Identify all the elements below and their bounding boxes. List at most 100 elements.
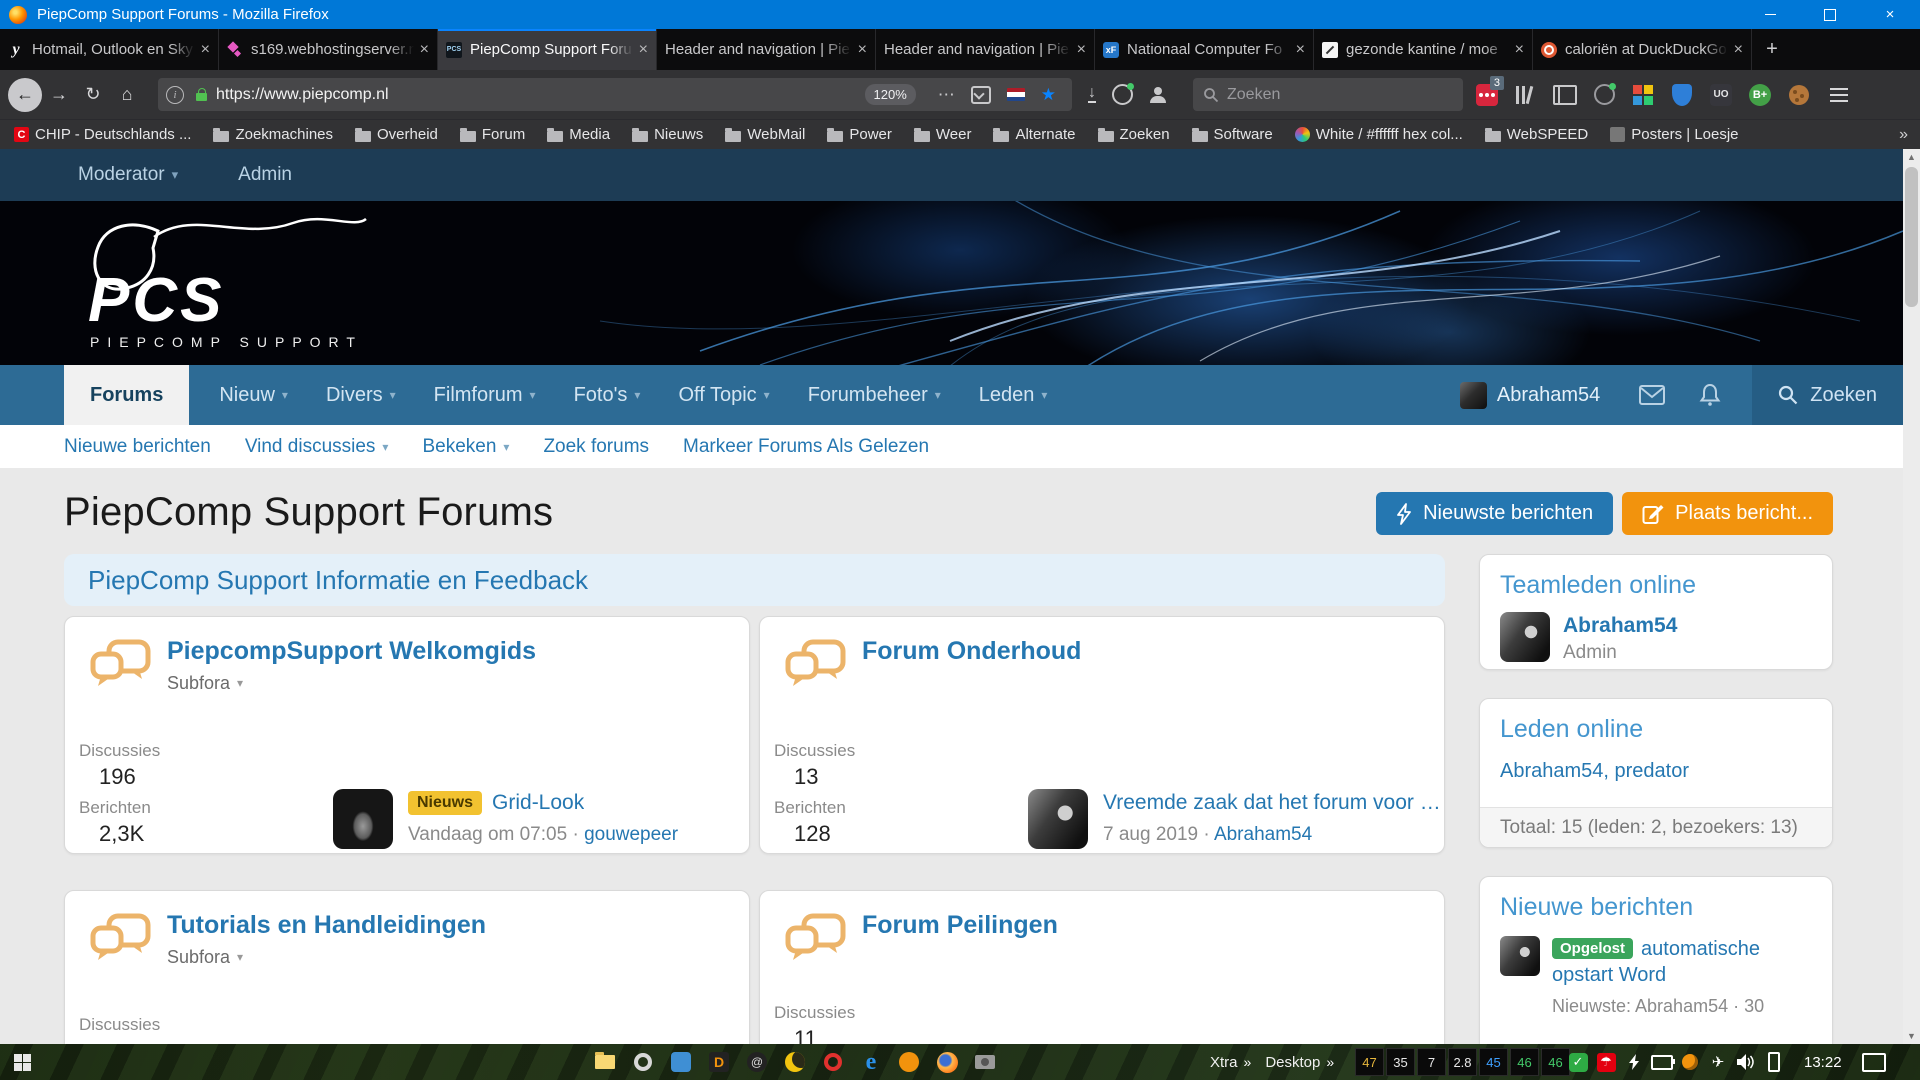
tab-close-icon[interactable]: × (639, 41, 648, 59)
tab-xenforo[interactable]: xF Nationaal Computer Fo × (1095, 29, 1314, 70)
tab-close-icon[interactable]: × (1734, 41, 1743, 59)
latest-poster-link[interactable]: gouwepeer (584, 824, 678, 845)
nav-tab-filmforum[interactable]: Filmforum▾ (418, 365, 552, 425)
bookmark-star-icon[interactable]: ★ (1041, 85, 1056, 105)
subfora-toggle[interactable]: Subfora ▾ (167, 947, 486, 968)
bookmark-chip[interactable]: CCHIP - Deutschlands ... (14, 126, 191, 143)
screenshot-app-icon[interactable] (970, 1047, 1000, 1077)
bookmarks-overflow-chevron[interactable]: » (1899, 126, 1908, 144)
forum-title-link[interactable]: Forum Onderhoud (862, 637, 1081, 666)
bookmark-folder-media[interactable]: Media (547, 126, 610, 143)
bookmark-folder-webmail[interactable]: WebMail (725, 126, 805, 143)
pcs-logo[interactable]: PCS PIEPCOMP SUPPORT (58, 215, 418, 355)
latest-poster-avatar[interactable] (333, 789, 393, 849)
bookmark-folder-forum[interactable]: Forum (460, 126, 525, 143)
opera-icon[interactable] (818, 1047, 848, 1077)
account-menu[interactable]: Abraham54 (1460, 365, 1600, 425)
search-bar[interactable]: Zoeken (1193, 78, 1463, 111)
settings-gear-icon[interactable] (628, 1047, 658, 1077)
scrollbar-thumb[interactable] (1905, 167, 1918, 307)
desktop-toolbar[interactable]: Desktop (1265, 1054, 1320, 1071)
tab-header-nav-1[interactable]: Header and navigation | Pie × (657, 29, 876, 70)
minimize-button[interactable] (1740, 0, 1800, 29)
sidebar-toggle-button[interactable] (1550, 80, 1580, 110)
profile-extension-icon[interactable] (1589, 80, 1619, 110)
dutch-flag-icon[interactable] (1007, 88, 1025, 101)
bookmark-folder-power[interactable]: Power (827, 126, 892, 143)
url-text[interactable]: https://www.piepcomp.nl (216, 86, 865, 104)
tab-header-nav-2[interactable]: Header and navigation | Pie × (876, 29, 1095, 70)
tab-close-icon[interactable]: × (1515, 41, 1524, 59)
page-scrollbar[interactable]: ▲ ▼ (1903, 149, 1920, 1044)
address-bar[interactable]: i https://www.piepcomp.nl 120% ⋯ ★ (158, 78, 1072, 111)
orange-app-icon[interactable] (894, 1047, 924, 1077)
moon-app-icon[interactable] (780, 1047, 810, 1077)
nav-tab-forumbeheer[interactable]: Forumbeheer▾ (792, 365, 957, 425)
nav-search-button[interactable]: Zoeken (1752, 365, 1903, 425)
usb-icon[interactable] (1762, 1050, 1786, 1074)
tab-duckduckgo[interactable]: caloriën at DuckDuckGo × (1533, 29, 1752, 70)
file-explorer-icon[interactable] (590, 1047, 620, 1077)
forward-button[interactable]: → (42, 78, 76, 112)
subnav-vind-discussies[interactable]: Vind discussies▾ (245, 436, 389, 458)
chevron-double-icon[interactable]: » (1326, 1054, 1334, 1070)
tab-close-icon[interactable]: × (420, 41, 429, 59)
bookmark-folder-alternate[interactable]: Alternate (993, 126, 1075, 143)
avira-umbrella-icon[interactable]: ☂ (1594, 1050, 1618, 1074)
poster-avatar[interactable] (1500, 936, 1540, 976)
moderator-menu[interactable]: Moderator ▾ (78, 164, 178, 186)
chevron-double-icon[interactable]: » (1244, 1054, 1252, 1070)
shield-extension-icon[interactable] (1667, 80, 1697, 110)
at-app-icon[interactable]: @ (742, 1047, 772, 1077)
colorpicker-extension-icon[interactable] (1628, 80, 1658, 110)
menu-button[interactable] (1830, 88, 1848, 102)
bookmark-folder-nieuws[interactable]: Nieuws (632, 126, 703, 143)
bookmark-folder-zoeken[interactable]: Zoeken (1098, 126, 1170, 143)
d-app-icon[interactable]: D (704, 1047, 734, 1077)
volume-icon[interactable] (1734, 1050, 1758, 1074)
tab-close-icon[interactable]: × (858, 41, 867, 59)
forum-title-link[interactable]: Forum Peilingen (862, 911, 1058, 940)
latest-thread-link[interactable]: Vreemde zaak dat het forum voor ee... (1103, 791, 1443, 815)
online-members-links[interactable]: Abraham54, predator (1500, 760, 1812, 783)
admin-link[interactable]: Admin (238, 164, 292, 186)
tab-close-icon[interactable]: × (1077, 41, 1086, 59)
lightning-tray-icon[interactable] (1622, 1050, 1646, 1074)
home-button[interactable]: ⌂ (110, 78, 144, 112)
download-helper-extension-icon[interactable]: 3 (1472, 80, 1502, 110)
nav-tab-divers[interactable]: Divers▾ (310, 365, 412, 425)
scroll-down-arrow[interactable]: ▼ (1903, 1028, 1920, 1044)
ublock-extension-icon[interactable]: UO (1706, 80, 1736, 110)
bookmark-loesje[interactable]: Posters | Loesje (1610, 126, 1738, 143)
latest-poster-link[interactable]: Abraham54 (1214, 824, 1312, 845)
firefox-taskbar-icon[interactable] (932, 1047, 962, 1077)
tab-piepcomp-active[interactable]: PCS PiepComp Support Foru × (438, 29, 657, 70)
bookmark-white-hex[interactable]: White / #ffffff hex col... (1295, 126, 1463, 143)
bookmark-folder-webspeed[interactable]: WebSPEED (1485, 126, 1588, 143)
back-button[interactable]: ← (8, 78, 42, 112)
xtra-toolbar[interactable]: Xtra (1210, 1054, 1238, 1071)
bplus-extension-icon[interactable]: B+ (1745, 80, 1775, 110)
bookmark-folder-overheid[interactable]: Overheid (355, 126, 438, 143)
latest-thread-link[interactable]: Grid-Look (492, 791, 584, 815)
new-tab-button[interactable]: + (1752, 29, 1792, 70)
cookie-extension-icon[interactable] (1784, 80, 1814, 110)
blue-app-icon[interactable] (666, 1047, 696, 1077)
subnav-bekeken[interactable]: Bekeken▾ (422, 436, 509, 458)
tab-close-icon[interactable]: × (201, 41, 210, 59)
post-message-button[interactable]: Plaats bericht... (1622, 492, 1833, 535)
airplane-mode-icon[interactable]: ✈ (1706, 1050, 1730, 1074)
subnav-zoek-forums[interactable]: Zoek forums (543, 436, 649, 458)
scroll-up-arrow[interactable]: ▲ (1903, 149, 1920, 165)
subfora-toggle[interactable]: Subfora ▾ (167, 673, 536, 694)
downloads-button[interactable]: ↓ (1088, 86, 1096, 103)
latest-poster-avatar[interactable] (1028, 789, 1088, 849)
antivirus-check-icon[interactable]: ✓ (1566, 1050, 1590, 1074)
forum-title-link[interactable]: PiepcompSupport Welkomgids (167, 637, 536, 666)
nav-tab-fotos[interactable]: Foto's▾ (558, 365, 657, 425)
subnav-markeer-gelezen[interactable]: Markeer Forums Als Gelezen (683, 436, 929, 458)
category-header[interactable]: PiepComp Support Informatie en Feedback (64, 554, 1445, 606)
edge-icon[interactable]: e (856, 1047, 886, 1077)
reload-button[interactable]: ↻ (76, 78, 110, 112)
account-icon[interactable] (1149, 87, 1167, 103)
